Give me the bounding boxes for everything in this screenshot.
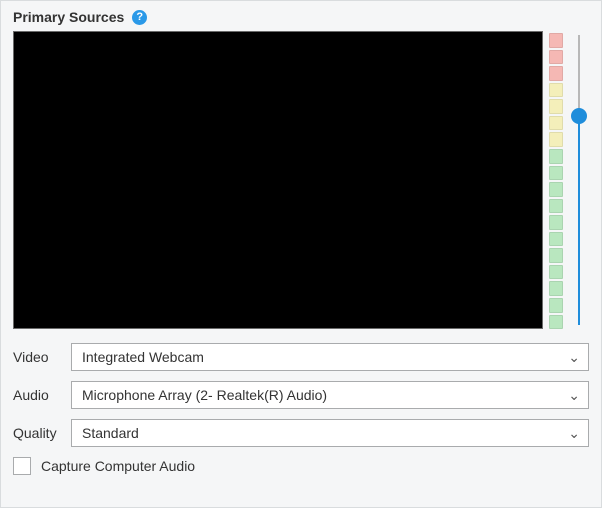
chevron-down-icon: ⌄ [568, 387, 580, 404]
volume-slider[interactable] [569, 31, 589, 329]
meter-segment [549, 281, 563, 296]
quality-row: Quality Standard ⌄ [13, 419, 589, 447]
slider-track-active [578, 116, 580, 325]
meter-segment [549, 149, 563, 164]
meter-segment [549, 66, 563, 81]
meter-segment [549, 99, 563, 114]
chevron-down-icon: ⌄ [568, 425, 580, 442]
quality-select-value: Standard [82, 425, 139, 441]
meter-segment [549, 265, 563, 280]
meter-segment [549, 166, 563, 181]
meter-segment [549, 298, 563, 313]
capture-audio-row: Capture Computer Audio [13, 457, 589, 475]
capture-audio-label: Capture Computer Audio [41, 458, 195, 474]
chevron-down-icon: ⌄ [568, 349, 580, 366]
audio-row: Audio Microphone Array (2- Realtek(R) Au… [13, 381, 589, 409]
video-row: Video Integrated Webcam ⌄ [13, 343, 589, 371]
meter-segment [549, 199, 563, 214]
meter-segment [549, 248, 563, 263]
audio-level-meter [549, 31, 563, 329]
video-label: Video [13, 349, 61, 365]
audio-select-value: Microphone Array (2- Realtek(R) Audio) [82, 387, 327, 403]
meter-segment [549, 83, 563, 98]
audio-select[interactable]: Microphone Array (2- Realtek(R) Audio) ⌄ [71, 381, 589, 409]
meter-segment [549, 215, 563, 230]
video-select-value: Integrated Webcam [82, 349, 204, 365]
video-preview [13, 31, 543, 329]
preview-row [13, 31, 589, 329]
meter-segment [549, 116, 563, 131]
meter-segment [549, 232, 563, 247]
panel-title: Primary Sources [13, 9, 124, 25]
video-select[interactable]: Integrated Webcam ⌄ [71, 343, 589, 371]
meter-segment [549, 33, 563, 48]
meter-segment [549, 182, 563, 197]
quality-select[interactable]: Standard ⌄ [71, 419, 589, 447]
slider-thumb[interactable] [571, 108, 587, 124]
meter-segment [549, 50, 563, 65]
panel-header: Primary Sources ? [13, 9, 589, 25]
help-icon[interactable]: ? [132, 10, 147, 25]
audio-label: Audio [13, 387, 61, 403]
primary-sources-panel: Primary Sources ? Video Integrated Webca… [1, 1, 601, 487]
meter-segment [549, 132, 563, 147]
meter-segment [549, 315, 563, 330]
quality-label: Quality [13, 425, 61, 441]
capture-audio-checkbox[interactable] [13, 457, 31, 475]
